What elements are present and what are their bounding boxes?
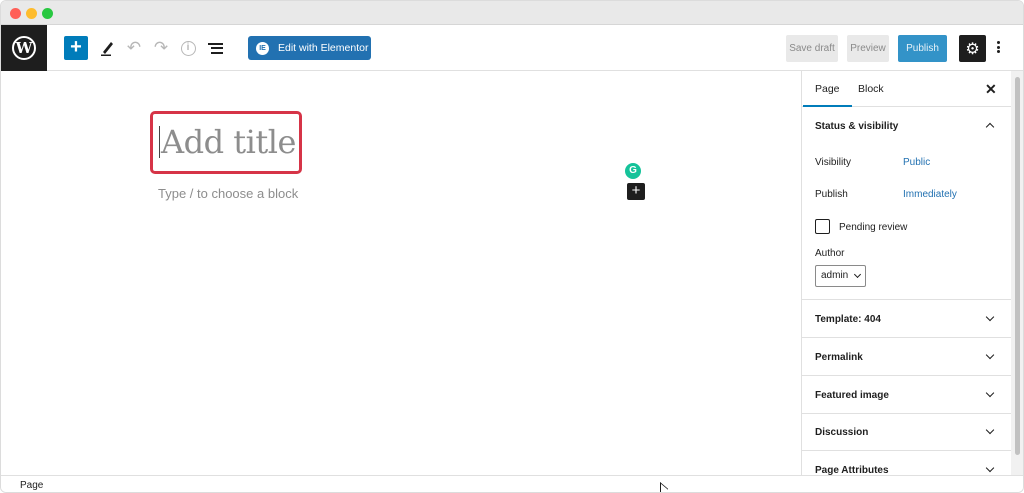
details-button[interactable]: i	[177, 37, 199, 59]
browser-window: W + ↶ ↷ i IE Edit with Elementor Save dr…	[0, 0, 1024, 493]
featured-image-panel[interactable]: Featured image	[802, 376, 1011, 414]
text-caret	[159, 126, 160, 158]
info-icon: i	[180, 40, 196, 56]
undo-button[interactable]: ↶	[123, 37, 145, 59]
redo-icon: ↷	[153, 38, 169, 57]
block-inserter-button[interactable]: +	[64, 36, 88, 60]
author-select[interactable]: admin	[815, 265, 866, 287]
panel-title: Template: 404	[815, 314, 881, 325]
visibility-label: Visibility	[815, 157, 851, 168]
window-titlebar	[1, 1, 1023, 25]
visibility-value-link[interactable]: Public	[903, 157, 930, 168]
add-block-button[interactable]: +	[627, 183, 645, 200]
status-visibility-panel: Status & visibility Visibility Public Pu…	[802, 107, 1011, 300]
settings-button[interactable]: ⚙	[959, 35, 986, 62]
wordpress-icon: W	[12, 36, 36, 60]
chevron-down-icon	[853, 270, 862, 279]
chevron-up-icon[interactable]	[985, 120, 995, 130]
tools-button[interactable]	[96, 37, 118, 59]
chevron-down-icon	[985, 389, 995, 399]
save-draft-button[interactable]: Save draft	[786, 35, 838, 62]
pencil-icon	[101, 42, 113, 56]
tab-page[interactable]: Page	[803, 71, 852, 107]
template-panel[interactable]: Template: 404	[802, 300, 1011, 338]
undo-icon: ↶	[126, 38, 142, 57]
sidebar-tabs: Page Block ✕	[802, 71, 1011, 107]
chevron-down-icon	[985, 426, 995, 436]
close-sidebar-button[interactable]: ✕	[985, 81, 997, 98]
post-title-field[interactable]: Add title	[150, 111, 302, 174]
settings-sidebar: Page Block ✕ Status & visibility Visibil…	[801, 71, 1011, 475]
publish-date-link[interactable]: Immediately	[903, 189, 957, 200]
close-window-button[interactable]	[10, 8, 21, 19]
publish-label: Publish	[815, 189, 848, 200]
redo-button[interactable]: ↷	[150, 37, 172, 59]
maximize-window-button[interactable]	[42, 8, 53, 19]
editor-canvas: Add title Type / to choose a block G +	[1, 71, 801, 475]
elementor-icon: IE	[256, 41, 269, 55]
title-placeholder: Add title	[161, 123, 296, 161]
edit-with-elementor-button[interactable]: IE Edit with Elementor	[248, 36, 371, 60]
chevron-down-icon	[985, 464, 995, 474]
options-menu-button[interactable]	[995, 41, 1001, 55]
preview-button[interactable]: Preview	[847, 35, 889, 62]
default-block-appender[interactable]: Type / to choose a block	[158, 186, 298, 201]
edit-with-elementor-label: Edit with Elementor	[278, 42, 369, 54]
gear-icon: ⚙	[965, 40, 980, 58]
author-value: admin	[821, 270, 849, 281]
wordpress-logo-button[interactable]: W	[1, 25, 47, 71]
panel-title: Featured image	[815, 390, 889, 401]
panel-title: Discussion	[815, 427, 869, 438]
publish-button[interactable]: Publish	[898, 35, 947, 62]
chevron-down-icon	[985, 313, 995, 323]
status-visibility-toggle[interactable]: Status & visibility	[815, 121, 898, 132]
page-attributes-panel[interactable]: Page Attributes	[802, 451, 1011, 475]
tab-block[interactable]: Block	[846, 71, 896, 107]
editor-footer: Page	[1, 475, 1023, 492]
discussion-panel[interactable]: Discussion	[802, 413, 1011, 451]
list-view-icon	[207, 40, 223, 56]
list-view-button[interactable]	[204, 37, 226, 59]
grammarly-icon[interactable]: G	[625, 163, 641, 179]
author-label: Author	[815, 248, 845, 259]
chevron-down-icon	[985, 351, 995, 361]
permalink-panel[interactable]: Permalink	[802, 338, 1011, 376]
editor-header: W + ↶ ↷ i IE Edit with Elementor Save dr…	[1, 25, 1023, 71]
scrollbar-thumb[interactable]	[1015, 77, 1020, 455]
breadcrumb[interactable]: Page	[20, 480, 43, 491]
pending-review-checkbox[interactable]	[815, 219, 830, 234]
panel-title: Page Attributes	[815, 465, 889, 475]
panel-title: Permalink	[815, 352, 863, 363]
pending-review-label: Pending review	[839, 222, 908, 233]
minimize-window-button[interactable]	[26, 8, 37, 19]
